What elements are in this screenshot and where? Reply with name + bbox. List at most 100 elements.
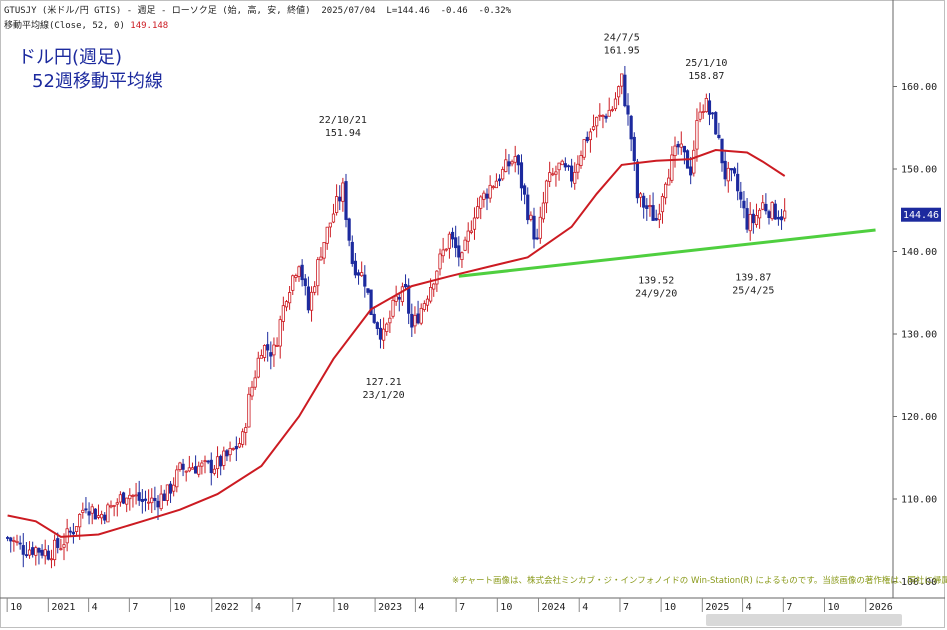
candle-body — [416, 313, 420, 324]
horizontal-scrollbar[interactable] — [706, 614, 902, 626]
candle-body — [642, 195, 646, 208]
candle-body — [125, 497, 129, 505]
annotation-date: 24/7/5 — [604, 32, 640, 43]
candle-body — [648, 205, 652, 208]
candle-body — [303, 278, 307, 287]
candle-body — [24, 554, 29, 557]
candle-body — [560, 160, 564, 166]
candle-body — [664, 183, 668, 199]
candle-body — [403, 283, 408, 288]
x-tick-label: 2026 — [869, 602, 893, 613]
candle-body — [444, 248, 448, 251]
candle-body — [134, 494, 138, 497]
candle-body — [62, 544, 66, 548]
candle-body — [541, 202, 546, 220]
candle-body — [613, 98, 618, 110]
candle-body — [194, 466, 198, 474]
candle-body — [109, 505, 113, 508]
x-tick-label: 7 — [623, 602, 629, 613]
candle-body — [488, 184, 492, 199]
candle-body — [742, 200, 746, 209]
candle-body — [419, 307, 423, 324]
candle-body — [356, 272, 361, 276]
candle-body — [87, 511, 91, 516]
candle-body — [203, 460, 207, 463]
candle-body — [526, 194, 530, 221]
candle-body — [472, 217, 477, 230]
candle-body — [156, 500, 160, 508]
candle-body — [400, 286, 405, 303]
candle-body — [591, 126, 596, 130]
candle-body — [222, 450, 226, 466]
candle-body — [137, 492, 141, 501]
candle-body — [410, 313, 414, 328]
candle-body — [347, 218, 351, 241]
candle-body — [732, 168, 737, 174]
candle-body — [388, 317, 392, 324]
candle-body — [9, 537, 13, 542]
candle-body — [767, 211, 771, 218]
candle-body — [629, 115, 633, 140]
moving-average-line — [7, 148, 786, 538]
candle-body — [413, 314, 417, 327]
candle-body — [53, 539, 57, 561]
candle-body — [269, 352, 273, 357]
x-tick-label: 10 — [828, 602, 840, 613]
candle-body — [159, 493, 163, 510]
candle-body — [168, 483, 173, 494]
candle-body — [632, 136, 636, 161]
candle-body — [485, 193, 489, 199]
candle-body — [391, 299, 395, 317]
candle-body — [494, 180, 499, 189]
x-tick-label: 7 — [786, 602, 792, 613]
candle-body — [153, 497, 157, 502]
candle-body — [773, 203, 777, 220]
candle-body — [682, 145, 687, 153]
candle-body — [143, 498, 148, 501]
candle-body — [617, 86, 621, 98]
candle-body — [714, 112, 718, 135]
candle-body — [783, 210, 787, 219]
candle-body — [225, 450, 229, 457]
candle-body — [316, 259, 320, 287]
candle-body — [215, 456, 220, 470]
candle-body — [96, 515, 101, 518]
candle-body — [262, 345, 267, 358]
candle-body — [623, 74, 627, 107]
candle-body — [588, 131, 593, 141]
candle-body — [764, 203, 768, 212]
x-tick-label: 2023 — [378, 602, 402, 613]
candle-body — [115, 502, 119, 505]
candle-body — [507, 161, 511, 167]
annotation-date: 24/9/20 — [635, 288, 677, 299]
candle-body — [704, 98, 708, 113]
candle-body — [275, 345, 279, 347]
candle-body — [654, 217, 658, 221]
candle-body — [651, 205, 655, 221]
candle-body — [407, 285, 411, 314]
candle-body — [297, 266, 301, 277]
candle-body — [638, 193, 643, 198]
candle-body — [701, 111, 705, 113]
candle-body — [360, 272, 364, 277]
candle-body — [74, 526, 79, 533]
price-chart[interactable]: 100.00110.00120.00130.00140.00150.00160.… — [0, 0, 947, 630]
candle-body — [300, 264, 304, 281]
candle-body — [397, 297, 401, 300]
candle-body — [429, 287, 433, 302]
candle-body — [585, 136, 589, 142]
candle-body — [259, 355, 264, 359]
candle-body — [37, 547, 41, 553]
candle-body — [253, 377, 257, 388]
x-tick-label: 4 — [255, 602, 261, 613]
candle-body — [140, 499, 144, 502]
y-tick-label: 140.00 — [901, 247, 937, 258]
x-tick-label: 2022 — [215, 602, 239, 613]
candle-body — [692, 149, 696, 174]
candle-body — [291, 275, 295, 291]
annotation-date: 25/4/25 — [732, 286, 774, 297]
candle-body — [147, 501, 151, 504]
candle-body — [118, 494, 123, 503]
candle-body — [103, 514, 107, 521]
y-tick-label: 150.00 — [901, 165, 937, 176]
